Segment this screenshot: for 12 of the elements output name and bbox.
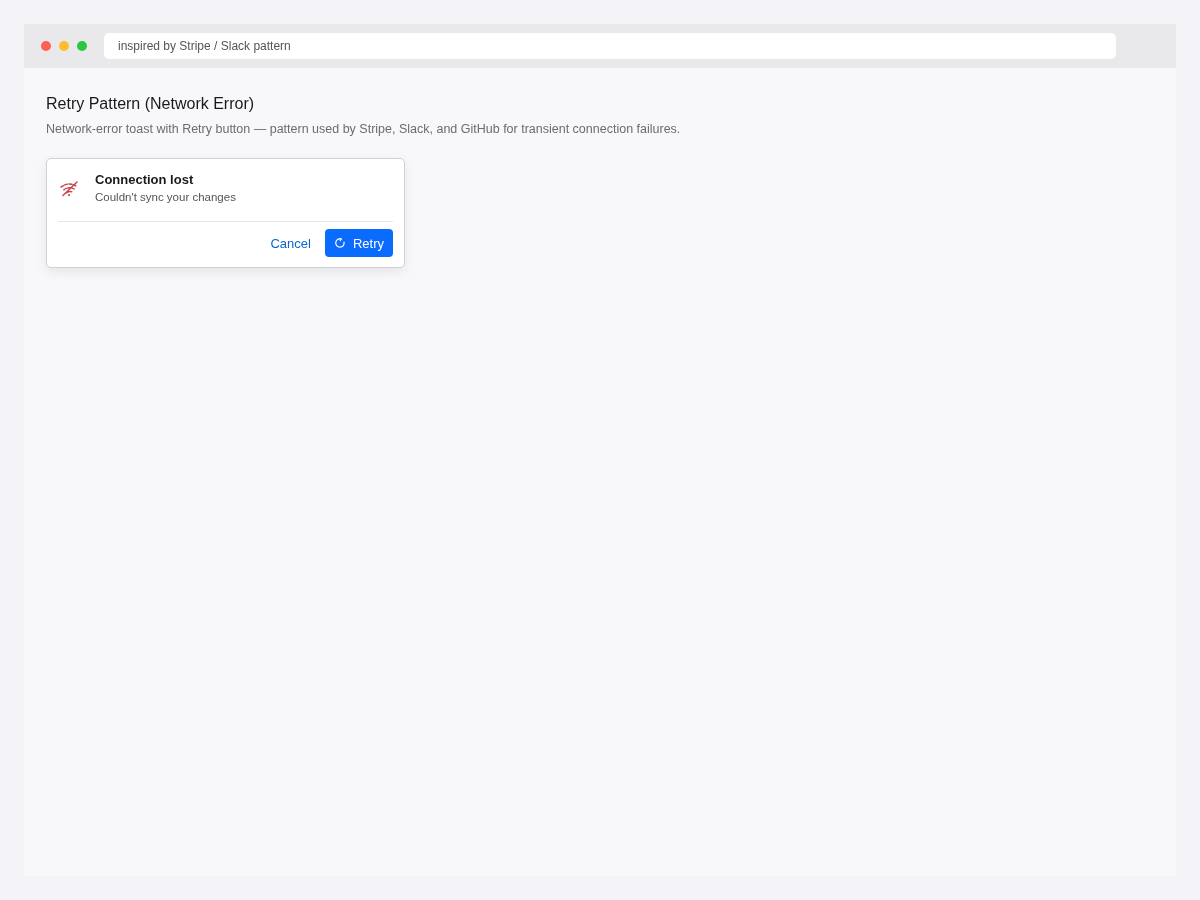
close-window-dot-icon[interactable] xyxy=(41,41,51,51)
refresh-icon xyxy=(334,238,345,248)
toast-title: Connection lost xyxy=(95,171,195,188)
page-description: Network-error toast with Retry button — pattern used by Stripe, Slack, and GitHub for transient connection failures. xyxy=(46,121,682,138)
wifi-off-icon xyxy=(59,180,80,197)
maximize-window-dot-icon[interactable] xyxy=(77,41,87,51)
address-bar[interactable]: inspired by Stripe / Slack pattern xyxy=(104,33,1116,59)
cancel-link-button[interactable]: Cancel xyxy=(270,231,311,255)
retry-button[interactable]: Retry xyxy=(324,229,393,257)
page-title: Retry Pattern (Network Error) xyxy=(46,94,256,114)
minimize-window-dot-icon[interactable] xyxy=(59,41,69,51)
toast-message: Couldn't sync your changes xyxy=(95,190,236,205)
